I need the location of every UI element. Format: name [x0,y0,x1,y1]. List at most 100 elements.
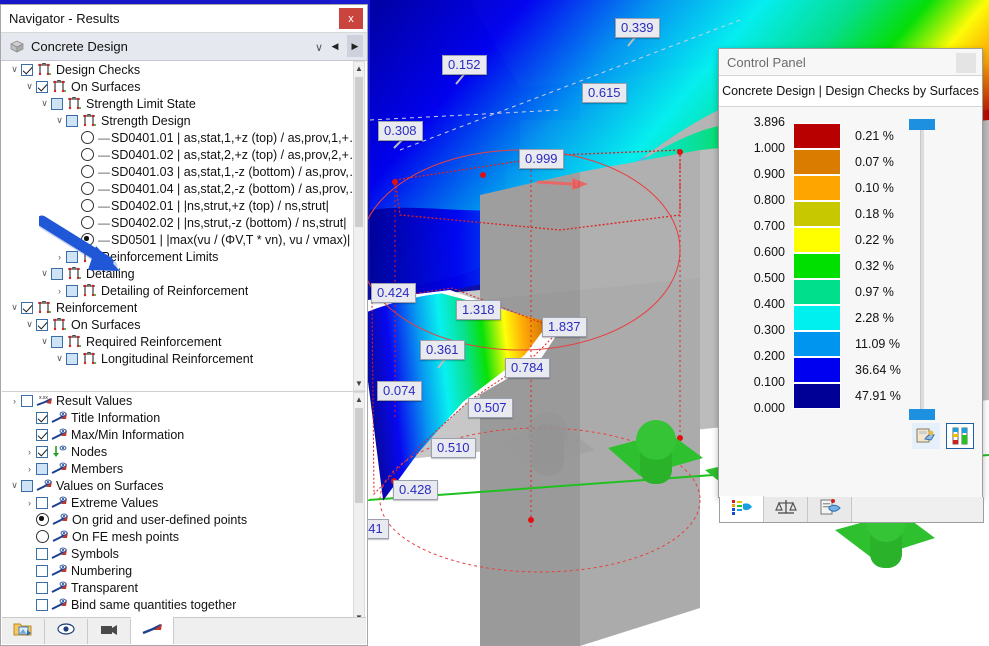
tree-checkbox[interactable] [51,98,63,110]
filter-tab[interactable] [808,497,852,522]
tree-item[interactable]: Numbering [2,562,366,579]
tree-item[interactable]: ∨On Surfaces [2,316,366,333]
tree-checkbox[interactable] [36,497,48,509]
tree-item[interactable]: ∨Values on Surfaces [2,477,366,494]
legend-color-swatch[interactable] [793,331,841,357]
legend-color-swatch[interactable] [793,383,841,409]
tree-item[interactable]: ›Detailing of Reinforcement [2,282,366,299]
tree-expander[interactable]: ∨ [8,302,21,313]
tree-item[interactable]: Bind same quantities together [2,596,366,613]
tree-item[interactable]: Max/Min Information [2,426,366,443]
tree-item[interactable]: —SD0402.02 | |ns,strut,-z (bottom) / ns,… [2,214,366,231]
tree-item[interactable]: ∨Longitudinal Reinforcement [2,350,366,367]
scroll-thumb[interactable] [355,408,363,503]
tree-item[interactable]: Title Information [2,409,366,426]
tree-expander[interactable]: › [53,252,66,262]
legend-color-swatch[interactable] [793,357,841,383]
tree-checkbox[interactable] [21,302,33,314]
factors-tab[interactable] [764,497,808,522]
legend-range-slider[interactable] [915,119,929,419]
navigator-tabbar[interactable] [2,617,366,644]
tree-checkbox[interactable] [36,565,48,577]
tree-item[interactable]: —SD0501 | |max(vu / (ΦV,T * vn), vu / vm… [2,231,366,248]
tree-checkbox[interactable] [21,480,33,492]
minimize-icon[interactable] [956,53,976,73]
prev-icon[interactable]: ◀ [327,35,343,57]
tree-checkbox[interactable] [51,268,63,280]
tree-item[interactable]: ›Members [2,460,366,477]
tree-checkbox[interactable] [51,336,63,348]
navigator-results-panel[interactable]: Navigator - Results x Concrete Design ∨ … [0,4,368,646]
tree-checkbox[interactable] [36,319,48,331]
tree-expander[interactable]: ∨ [38,98,51,109]
tree-checkbox[interactable] [36,429,48,441]
tree-item[interactable]: ›Reinforcement Limits [2,248,366,265]
tree-expander[interactable]: ∨ [8,64,21,75]
scroll-down-icon[interactable]: ▼ [354,377,364,390]
display-navigator-tab[interactable] [88,619,131,644]
tree-bottom-scrollbar[interactable]: ▲ ▼ [353,392,365,625]
control-panel-tools[interactable] [912,423,974,449]
tree-expander[interactable]: ∨ [8,480,21,491]
tree-checkbox[interactable] [36,582,48,594]
close-icon[interactable]: x [339,8,363,29]
tree-checkbox[interactable] [21,64,33,76]
results-navigator-tab[interactable] [131,616,174,644]
tree-checkbox[interactable] [66,251,78,263]
tree-checkbox[interactable] [66,115,78,127]
chevron-down-icon[interactable]: ∨ [315,41,323,54]
slider-handle-top[interactable] [909,119,935,130]
scroll-thumb[interactable] [355,77,363,227]
tree-checkbox[interactable] [66,285,78,297]
legend-color-swatch[interactable] [793,123,841,149]
tree-radio[interactable] [81,233,94,246]
tree-radio[interactable] [36,513,49,526]
views-navigator-tab[interactable] [45,619,88,644]
tree-expander[interactable]: ∨ [53,115,66,126]
scroll-up-icon[interactable]: ▲ [354,393,364,406]
tree-item[interactable]: ∨Detailing [2,265,366,282]
tree-radio[interactable] [81,148,94,161]
tree-radio[interactable] [81,199,94,212]
legend-color-swatch[interactable] [793,227,841,253]
tree-checkbox[interactable] [36,599,48,611]
color-legend[interactable]: 3.8960.21 %1.0000.07 %0.9000.10 %0.8000.… [735,123,930,409]
next-icon[interactable]: ▶ [347,35,363,57]
tree-radio[interactable] [81,165,94,178]
control-panel[interactable]: Control Panel Concrete Design | Design C… [718,48,983,498]
legend-color-swatch[interactable] [793,149,841,175]
tree-item[interactable]: ∨Strength Design [2,112,366,129]
tree-radio[interactable] [81,216,94,229]
tree-item[interactable]: Transparent [2,579,366,596]
tree-checkbox[interactable] [66,353,78,365]
tree-checkbox[interactable] [21,395,33,407]
tree-expander[interactable]: ∨ [23,81,36,92]
tree-checkbox[interactable] [36,446,48,458]
color-scale-tab[interactable] [720,496,764,522]
control-panel-tabbar[interactable] [719,497,984,523]
tree-checkbox[interactable] [36,463,48,475]
scroll-up-icon[interactable]: ▲ [354,62,364,75]
tree-item[interactable]: —SD0401.01 | as,stat,1,+z (top) / as,pro… [2,129,366,146]
tree-item[interactable]: ›x.xxResult Values [2,392,366,409]
tree-item[interactable]: ›Nodes [2,443,366,460]
slider-handle-bottom[interactable] [909,409,935,420]
legend-color-swatch[interactable] [793,201,841,227]
tree-item[interactable]: On FE mesh points [2,528,366,545]
tree-item[interactable]: ∨Required Reinforcement [2,333,366,350]
tree-radio[interactable] [36,530,49,543]
tree-item[interactable]: —SD0401.02 | as,stat,2,+z (top) / as,pro… [2,146,366,163]
project-navigator-tab[interactable] [2,619,45,644]
two-gradient-bars-icon[interactable] [946,423,974,449]
tree-item[interactable]: ∨Design Checks [2,61,366,78]
tree-expander[interactable]: ∨ [23,319,36,330]
legend-color-swatch[interactable] [793,279,841,305]
tree-expander[interactable]: ∨ [53,353,66,364]
legend-color-swatch[interactable] [793,305,841,331]
tree-expander[interactable]: › [23,464,36,474]
design-type-combobox[interactable]: Concrete Design ∨ ◀ ▶ [1,33,367,61]
results-tree-top[interactable]: ∨Design Checks∨On Surfaces∨Strength Limi… [2,61,366,391]
tree-checkbox[interactable] [36,412,48,424]
tree-item[interactable]: —SD0401.04 | as,stat,2,-z (bottom) / as,… [2,180,366,197]
tree-item[interactable]: On grid and user-defined points [2,511,366,528]
